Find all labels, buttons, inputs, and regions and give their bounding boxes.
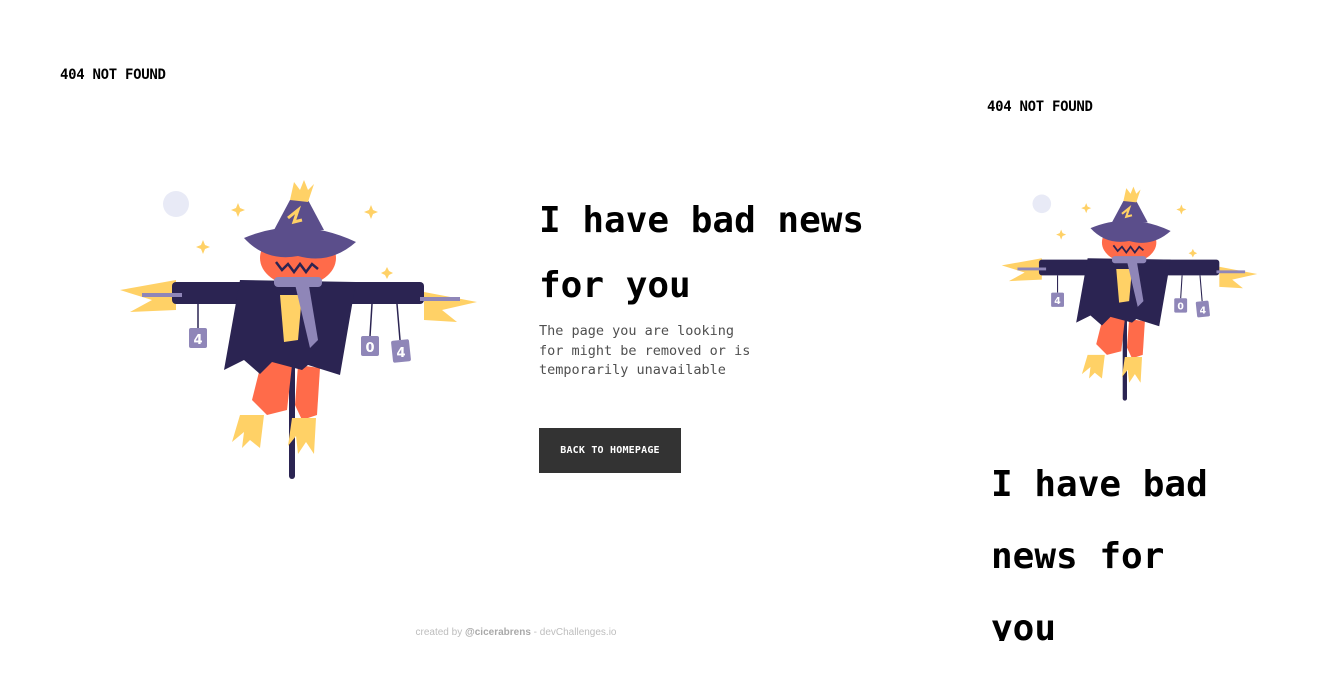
can-icon: 4 (1195, 300, 1210, 318)
can-label: 0 (1177, 302, 1184, 313)
page-title: I have bad news for you (539, 188, 864, 318)
mobile-page-title: I have bad news for you (991, 449, 1311, 641)
can-icon: 0 (361, 336, 379, 356)
description-line: for might be removed or is (539, 342, 751, 359)
footer-suffix: - devChallenges.io (530, 627, 617, 638)
can-icon: 4 (1051, 292, 1064, 307)
footer-prefix: created by (415, 627, 465, 638)
page-title-line: I have bad news (539, 200, 865, 241)
can-icon: 4 (189, 328, 207, 348)
can-label: 4 (193, 333, 202, 348)
page-description: The page you are looking for might be re… (539, 322, 759, 381)
mobile-preview: 404 NOT FOUND 4 0 4 I have bad news for … (960, 0, 1320, 641)
can-icon: 4 (391, 339, 411, 363)
mobile-scarecrow-illustration: 4 0 4 (1001, 186, 1258, 401)
mobile-page-title-line: I have bad (991, 464, 1208, 505)
moon-icon (1032, 194, 1052, 214)
can-label: 0 (365, 341, 374, 356)
footer-author-link[interactable]: @cicerabrens (465, 627, 531, 638)
mobile-brand-logo[interactable]: 404 NOT FOUND (987, 99, 1093, 115)
page-title-line: for you (539, 265, 691, 306)
back-to-homepage-button[interactable]: BACK TO HOMEPAGE (539, 428, 681, 473)
description-line: temporarily unavailable (539, 362, 726, 378)
can-icon: 0 (1174, 298, 1188, 313)
can-label: 4 (1054, 296, 1061, 307)
can-label: 4 (1200, 305, 1207, 316)
brand-logo[interactable]: 404 NOT FOUND (60, 67, 166, 83)
footer-credit: created by @cicerabrens - devChallenges.… (0, 627, 1032, 638)
mobile-page-title-line: news for (991, 536, 1165, 577)
description-line: The page you are looking (539, 323, 735, 339)
mobile-page-title-line: you (991, 608, 1057, 641)
can-label: 4 (396, 346, 405, 361)
scarecrow-illustration: 4 0 4 (120, 180, 477, 479)
moon-icon (163, 191, 189, 217)
